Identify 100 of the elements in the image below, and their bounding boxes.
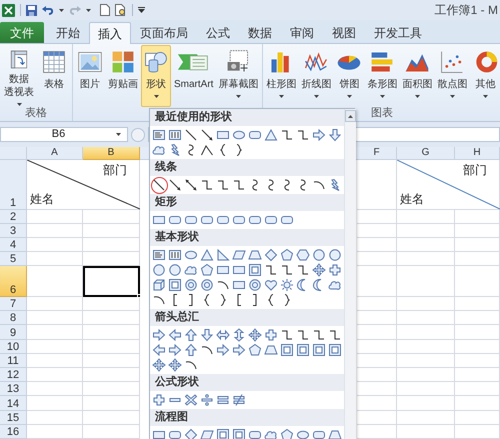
curve-icon[interactable] bbox=[200, 143, 214, 157]
row-header[interactable]: 16 bbox=[0, 424, 27, 439]
rounded-rectangle-icon[interactable] bbox=[184, 213, 198, 227]
ribbon-button[interactable]: 散点图 bbox=[435, 45, 470, 107]
frame-icon[interactable] bbox=[232, 428, 246, 439]
frame-icon[interactable] bbox=[312, 343, 326, 357]
down-arrow-icon[interactable] bbox=[328, 128, 342, 142]
diamond-icon[interactable] bbox=[184, 428, 198, 439]
ribbon-button[interactable]: 数据 透视表 bbox=[2, 45, 36, 107]
rectangle-icon[interactable] bbox=[232, 278, 246, 292]
elbow-connector-icon[interactable] bbox=[280, 328, 294, 342]
cross-arrow-icon[interactable] bbox=[312, 263, 326, 277]
frame-icon[interactable] bbox=[280, 343, 294, 357]
ribbon-button[interactable]: 其他 bbox=[470, 45, 500, 107]
trapezoid-icon[interactable] bbox=[264, 343, 278, 357]
frame-icon[interactable] bbox=[328, 343, 342, 357]
ring-icon[interactable] bbox=[184, 278, 198, 292]
elbow-connector-icon[interactable] bbox=[280, 128, 294, 142]
cloud-icon[interactable] bbox=[264, 428, 278, 439]
parallelogram-icon[interactable] bbox=[200, 428, 214, 439]
triangle-icon[interactable] bbox=[200, 248, 214, 262]
rounded-rectangle-icon[interactable] bbox=[168, 213, 182, 227]
new-document-icon[interactable] bbox=[100, 4, 110, 16]
pentagon-icon[interactable] bbox=[248, 343, 262, 357]
line-icon[interactable] bbox=[184, 128, 198, 142]
rectangle-icon[interactable] bbox=[232, 263, 246, 277]
elbow-connector-icon[interactable] bbox=[280, 263, 294, 277]
text-box-icon[interactable] bbox=[152, 128, 166, 142]
row-header[interactable]: 6 bbox=[0, 266, 27, 297]
circle-icon[interactable] bbox=[152, 263, 166, 277]
row-header[interactable]: 12 bbox=[0, 368, 27, 382]
text-box-icon[interactable] bbox=[168, 248, 182, 262]
column-header[interactable]: B bbox=[83, 147, 140, 160]
rectangle-icon[interactable] bbox=[152, 213, 166, 227]
column-header[interactable]: F bbox=[357, 147, 397, 160]
row-header[interactable]: 4 bbox=[0, 238, 27, 252]
rounded-rectangle-icon[interactable] bbox=[264, 213, 278, 227]
left-arrow-icon[interactable] bbox=[168, 328, 182, 342]
save-icon[interactable] bbox=[26, 4, 37, 16]
text-box-icon[interactable] bbox=[152, 248, 166, 262]
rounded-rectangle-icon[interactable] bbox=[168, 428, 182, 439]
ribbon-button[interactable]: 饼图 bbox=[334, 45, 364, 107]
parallelogram-icon[interactable] bbox=[232, 248, 246, 262]
right-triangle-icon[interactable] bbox=[216, 248, 230, 262]
row-header[interactable]: 9 bbox=[0, 325, 27, 340]
pentagon-icon[interactable] bbox=[200, 263, 214, 277]
cross-arrow-icon[interactable] bbox=[152, 358, 166, 372]
undo-icon[interactable] bbox=[42, 4, 54, 16]
up-down-arrow-icon[interactable] bbox=[232, 328, 246, 342]
cube-icon[interactable] bbox=[152, 278, 166, 292]
ribbon-button[interactable]: 柱形图 bbox=[264, 45, 298, 107]
left-arrow-icon[interactable] bbox=[152, 343, 166, 357]
circle-icon[interactable] bbox=[328, 248, 342, 262]
right-arrow-icon[interactable] bbox=[216, 343, 230, 357]
row-header[interactable]: 2 bbox=[0, 210, 27, 224]
ribbon-tab[interactable]: 开发工具 bbox=[365, 22, 431, 43]
ribbon-button[interactable]: 剪贴画 bbox=[106, 45, 140, 107]
arrow-line-icon[interactable] bbox=[200, 128, 214, 142]
hexagon-icon[interactable] bbox=[296, 248, 310, 262]
ribbon-tab[interactable]: 审阅 bbox=[281, 22, 323, 43]
elbow-connector-icon[interactable] bbox=[264, 263, 278, 277]
rectangle-icon[interactable] bbox=[152, 428, 166, 439]
ribbon-tab[interactable]: 视图 bbox=[323, 22, 365, 43]
row-header[interactable]: 14 bbox=[0, 396, 27, 410]
elbow-connector-icon[interactable] bbox=[312, 328, 326, 342]
frame-icon[interactable] bbox=[216, 428, 230, 439]
right-arrow-icon[interactable] bbox=[152, 328, 166, 342]
rounded-rectangle-icon[interactable] bbox=[232, 213, 246, 227]
elbow-connector-icon[interactable] bbox=[216, 178, 230, 192]
elbow-connector-icon[interactable] bbox=[200, 178, 214, 192]
frame-icon[interactable] bbox=[248, 263, 262, 277]
pentagon-icon[interactable] bbox=[280, 428, 294, 439]
pentagon-icon[interactable] bbox=[280, 248, 294, 262]
ribbon-tab[interactable]: 文件 bbox=[0, 22, 44, 43]
up-arrow-icon[interactable] bbox=[184, 328, 198, 342]
plus-icon[interactable] bbox=[152, 393, 166, 407]
ribbon-tab[interactable]: 公式 bbox=[197, 22, 239, 43]
trapezoid-icon[interactable] bbox=[328, 428, 342, 439]
row-header[interactable]: 8 bbox=[0, 311, 27, 326]
elbow-connector-icon[interactable] bbox=[328, 328, 342, 342]
frame-icon[interactable] bbox=[168, 278, 182, 292]
rounded-rectangle-icon[interactable] bbox=[280, 213, 294, 227]
equal-icon[interactable] bbox=[216, 393, 230, 407]
row-header[interactable]: 13 bbox=[0, 382, 27, 396]
frame-icon[interactable] bbox=[296, 343, 310, 357]
ribbon-button[interactable]: 条形图 bbox=[365, 45, 400, 107]
oval-icon[interactable] bbox=[184, 248, 198, 262]
sun-icon[interactable] bbox=[280, 278, 294, 292]
customize-menu-icon[interactable] bbox=[138, 7, 145, 13]
excel-logo-icon[interactable] bbox=[2, 4, 15, 16]
right-arrow-icon[interactable] bbox=[168, 343, 182, 357]
down-arrow-icon[interactable] bbox=[200, 328, 214, 342]
plus-icon[interactable] bbox=[328, 263, 342, 277]
ribbon-button[interactable]: 表格 bbox=[39, 45, 69, 107]
row-header[interactable]: 10 bbox=[0, 340, 27, 354]
lightning-icon[interactable] bbox=[328, 178, 342, 192]
row-header[interactable]: 7 bbox=[0, 297, 27, 312]
row-header[interactable]: 15 bbox=[0, 410, 27, 425]
rounded-rectangle-icon[interactable] bbox=[248, 128, 262, 142]
multiply-icon[interactable] bbox=[184, 393, 198, 407]
